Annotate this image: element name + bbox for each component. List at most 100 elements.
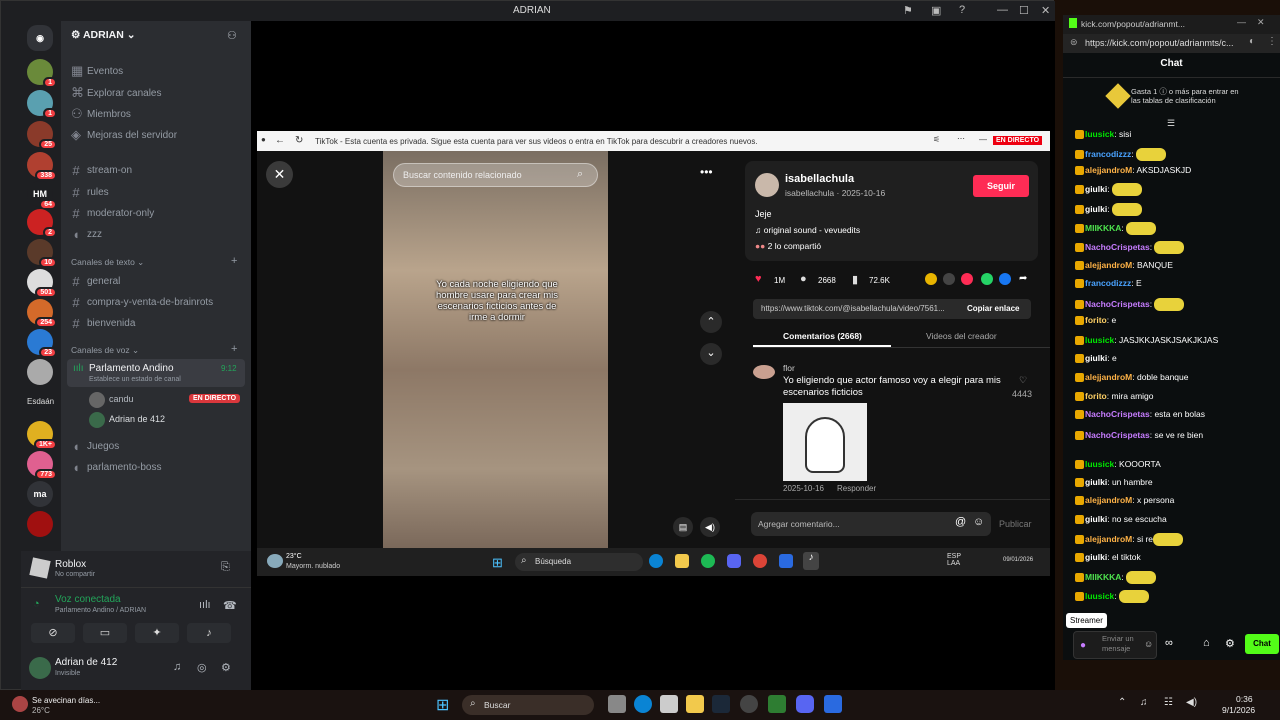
- spotify-icon[interactable]: [701, 554, 715, 568]
- mic-icon[interactable]: ♫: [1140, 697, 1148, 708]
- server-icon[interactable]: 501: [27, 269, 57, 298]
- voice-user[interactable]: candu: [109, 394, 134, 404]
- chat-username[interactable]: francodizzz: [1085, 149, 1131, 159]
- server-header[interactable]: ⚙ ADRIAN ⌄: [71, 29, 136, 41]
- network-icon[interactable]: ☷: [1164, 697, 1173, 708]
- chat-username[interactable]: francodizzz: [1085, 278, 1131, 288]
- server-icon[interactable]: 338: [27, 152, 57, 181]
- chat-username[interactable]: giulki: [1085, 184, 1107, 194]
- help-icon[interactable]: ?: [959, 4, 965, 16]
- publish-button[interactable]: Publicar: [999, 519, 1032, 529]
- sound-link[interactable]: ♫ original sound - vevuedits: [755, 225, 860, 235]
- server-icon[interactable]: [27, 511, 53, 537]
- channel-zzz[interactable]: ◖ zzz: [71, 227, 102, 242]
- extension-icon[interactable]: ◐: [1249, 36, 1255, 47]
- discord-icon[interactable]: [727, 554, 741, 568]
- share-icon[interactable]: ➦: [1019, 273, 1027, 284]
- chat-username[interactable]: NachoCrispetas: [1085, 299, 1150, 309]
- whatsapp-icon[interactable]: [981, 273, 993, 285]
- close-icon[interactable]: ✕: [266, 161, 293, 188]
- chat-username[interactable]: forito: [1085, 391, 1107, 401]
- obs-icon[interactable]: [740, 695, 758, 713]
- steam-icon[interactable]: [712, 695, 730, 713]
- more-icon[interactable]: ⋯: [957, 134, 965, 143]
- more-options-icon[interactable]: •••: [700, 165, 713, 179]
- chat-username[interactable]: luusick: [1085, 459, 1114, 469]
- channel-stream-on[interactable]: # stream-on: [71, 163, 132, 178]
- address-bar[interactable]: ⊜ https://kick.com/popout/adrianmts/c...…: [1063, 34, 1280, 53]
- chat-username[interactable]: alejjandroM: [1085, 260, 1132, 270]
- chat-username[interactable]: NachoCrispetas: [1085, 430, 1150, 440]
- channel-moderator-only[interactable]: # moderator-only: [71, 206, 154, 221]
- taskbar-search[interactable]: ⌕ Búsqueda: [515, 553, 643, 571]
- add-channel-icon[interactable]: +: [231, 343, 237, 355]
- server-icon[interactable]: 25: [27, 121, 57, 150]
- server-icon[interactable]: 254: [27, 299, 57, 328]
- edge-icon[interactable]: [649, 554, 663, 568]
- activities-button[interactable]: ✦: [135, 623, 179, 643]
- noise-icon[interactable]: ıılı: [199, 599, 211, 611]
- menu-icon[interactable]: ⋮: [1267, 36, 1277, 47]
- server-icon[interactable]: HM 64: [27, 181, 57, 210]
- reload-icon[interactable]: ↻: [295, 135, 303, 146]
- nav-miembros[interactable]: ⚇ Miembros: [71, 106, 131, 122]
- microphone-icon[interactable]: ♫: [173, 661, 181, 673]
- mention-icon[interactable]: @: [955, 516, 966, 528]
- discord-home-icon[interactable]: ◉: [27, 25, 53, 51]
- gift-icon[interactable]: ⌂: [1203, 637, 1210, 649]
- translate-icon[interactable]: ⚟: [933, 135, 940, 144]
- server-icon[interactable]: 10: [27, 239, 57, 268]
- pin-icon[interactable]: ☰: [1167, 118, 1175, 129]
- embed-icon[interactable]: [943, 273, 955, 285]
- repost-icon[interactable]: [961, 273, 973, 285]
- edge-icon[interactable]: [634, 695, 652, 713]
- inbox-icon[interactable]: ⚑: [903, 4, 913, 17]
- facebook-icon[interactable]: [999, 273, 1011, 285]
- chat-username[interactable]: luusick: [1085, 129, 1114, 139]
- comment-input[interactable]: Agregar comentario... @ ☺: [751, 512, 991, 536]
- task-view-icon[interactable]: [608, 695, 626, 713]
- folder-icon[interactable]: [686, 695, 704, 713]
- chevron-up-icon[interactable]: ⌃: [700, 311, 722, 333]
- chevron-up-icon[interactable]: ⌃: [1118, 697, 1126, 708]
- minimize-icon[interactable]: —: [979, 135, 987, 144]
- nav-explorar[interactable]: ⌘ Explorar canales: [71, 85, 161, 101]
- video-link[interactable]: https://www.tiktok.com/@isabellachula/vi…: [761, 304, 945, 313]
- comment-like-icon[interactable]: ♡: [1019, 375, 1027, 386]
- tab-creator-videos[interactable]: Videos del creador: [926, 331, 997, 341]
- chat-username[interactable]: MIIKKKA: [1085, 572, 1121, 582]
- server-icon[interactable]: ma: [27, 481, 53, 507]
- channel-general[interactable]: # general: [71, 274, 120, 289]
- app-icon[interactable]: [768, 695, 786, 713]
- maximize-icon[interactable]: ☐: [1019, 4, 1029, 17]
- server-icon[interactable]: 1: [27, 59, 57, 88]
- chat-username[interactable]: giulki: [1085, 204, 1107, 214]
- channel-parlamento-boss[interactable]: ◖ parlamento-boss: [71, 460, 161, 475]
- soundboard-button[interactable]: ♪: [187, 623, 231, 643]
- windows-start-icon[interactable]: ⊞: [492, 555, 503, 571]
- chat-username[interactable]: luusick: [1085, 591, 1114, 601]
- chat-username[interactable]: alejjandroM: [1085, 165, 1132, 175]
- chat-send-button[interactable]: Chat: [1245, 634, 1279, 654]
- channel-bienvenida[interactable]: # bienvenida: [71, 316, 135, 331]
- copy-link-button[interactable]: Copiar enlace: [967, 304, 1019, 313]
- chrome-icon[interactable]: [753, 554, 767, 568]
- chat-username[interactable]: alejjandroM: [1085, 495, 1132, 505]
- folder-icon[interactable]: [675, 554, 689, 568]
- settings-icon[interactable]: ⚙: [1225, 637, 1235, 650]
- windows-start-icon[interactable]: ⊞: [436, 695, 449, 715]
- mic-icon[interactable]: ●: [1080, 640, 1086, 651]
- avatar[interactable]: [755, 173, 779, 197]
- headphones-icon[interactable]: ◎: [197, 661, 207, 674]
- heart-icon[interactable]: ♥: [755, 273, 762, 285]
- discord-icon[interactable]: [796, 695, 814, 713]
- app-icon[interactable]: [824, 695, 842, 713]
- voice-channel-active[interactable]: ıılı Parlamento Andino Establece un esta…: [67, 359, 245, 387]
- volume-icon[interactable]: ◀): [700, 517, 720, 537]
- chat-username[interactable]: NachoCrispetas: [1085, 409, 1150, 419]
- disconnect-icon[interactable]: ☎: [223, 599, 237, 612]
- back-icon[interactable]: ←: [275, 135, 285, 146]
- server-icon[interactable]: 23: [27, 329, 57, 358]
- screen-icon[interactable]: ▣: [931, 4, 941, 17]
- coin-icon[interactable]: [925, 273, 937, 285]
